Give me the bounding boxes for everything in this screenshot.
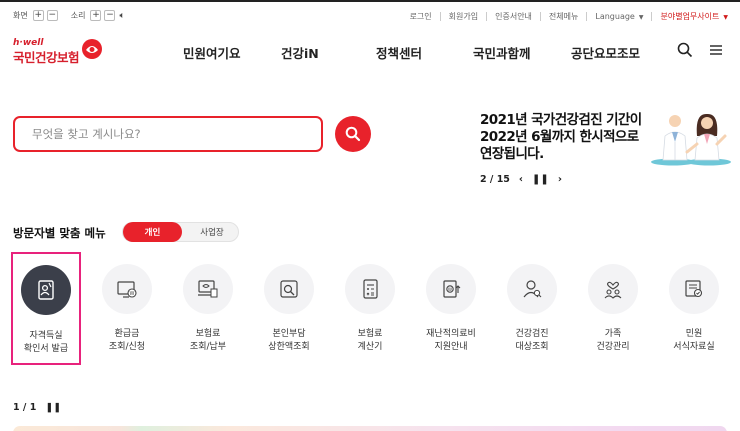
nav-about-corporation[interactable]: 공단요모조모 <box>571 43 640 62</box>
visitor-menu-title: 방문자별 맞춤 메뉴 <box>13 226 106 240</box>
prev-arrow-icon[interactable]: ‹ <box>519 174 523 185</box>
search-input[interactable] <box>15 118 321 150</box>
notice-banner[interactable]: 2021년 국가건강검진 기간이 2022년 6월까지 한시적으로 연장됩니다. <box>480 112 660 163</box>
nav-with-people[interactable]: 국민과함께 <box>473 43 531 62</box>
all-menu-link[interactable]: 전체메뉴 <box>541 11 586 22</box>
accessibility-controls: 화면 + − 소리 + − 🔈︎ <box>13 10 125 21</box>
zoom-in-button[interactable]: + <box>32 10 44 21</box>
menu-item-premium-calculator[interactable]: 보험료 계산기 <box>335 252 405 365</box>
search-icon <box>345 126 361 142</box>
premium-payment-icon <box>183 264 233 314</box>
menu-item-civil-forms[interactable]: 민원 서식자료실 <box>659 252 729 365</box>
sound-label: 소리 <box>70 11 86 20</box>
menu-item-label: 환급금 조회/신청 <box>108 329 146 352</box>
tab-business[interactable]: 사업장 <box>185 223 239 241</box>
nav-policy-center[interactable]: 정책센터 <box>376 43 422 62</box>
biz-site-select[interactable]: 분야별업무사이트 ▼ <box>652 11 728 22</box>
screen-size-label: 화면 <box>13 11 28 20</box>
main-navigation: 민원여기요 건강iN 정책센터 국민과함께 공단요모조모 <box>0 43 740 61</box>
nav-health-in[interactable]: 건강iN <box>281 43 319 62</box>
pause-icon[interactable]: ❚❚ <box>45 402 61 413</box>
menu-item-qualification-certificate[interactable]: 자격득실 확인서 발급 <box>11 252 81 365</box>
utility-bar: 화면 + − 소리 + − 🔈︎ 로그인 회원가입 인증서안내 전체메뉴 Lan… <box>0 0 740 32</box>
volume-down-button[interactable]: − <box>104 10 116 21</box>
menu-item-family-health[interactable]: 가족 건강관리 <box>578 252 648 365</box>
language-select[interactable]: Language ▼ <box>587 12 651 21</box>
menu-item-label: 가족 건강관리 <box>596 329 630 352</box>
hamburger-menu-icon[interactable] <box>708 42 724 58</box>
notice-line: 2022년 6월까지 한시적으로 <box>480 129 639 145</box>
certificate-icon <box>21 265 71 315</box>
notice-line: 연장됩니다. <box>480 146 544 162</box>
notice-page-indicator: 2 / 15 <box>480 174 510 185</box>
search-box <box>13 116 323 152</box>
login-link[interactable]: 로그인 <box>402 11 440 22</box>
menu-item-label: 민원 서식자료실 <box>673 329 715 352</box>
svg-text:W: W <box>130 291 135 297</box>
pause-icon[interactable]: ❚❚ <box>532 174 549 185</box>
menu-item-label: 건강검진 대상조회 <box>515 329 549 352</box>
menu-item-checkup-eligibility[interactable]: 건강검진 대상조회 <box>497 252 567 365</box>
copay-search-icon <box>264 264 314 314</box>
search-button[interactable] <box>335 116 371 152</box>
family-icon <box>588 264 638 314</box>
menu-item-label: 보험료 조회/납부 <box>189 329 227 352</box>
menu-item-premium-payment[interactable]: 보험료 조회/납부 <box>173 252 243 365</box>
volume-up-button[interactable]: + <box>90 10 102 21</box>
calculator-icon <box>345 264 395 314</box>
menu-item-refund[interactable]: W 환급금 조회/신청 <box>92 252 162 365</box>
refund-monitor-icon: W <box>102 264 152 314</box>
tab-individual[interactable]: 개인 <box>123 222 182 242</box>
promo-banner-strip[interactable] <box>13 426 727 431</box>
menu-item-copay-limit[interactable]: 본인부담 상한액조회 <box>254 252 324 365</box>
menu-item-label: 본인부담 상한액조회 <box>268 329 310 352</box>
notice-pager: 2 / 15 ‹ ❚❚ › <box>480 174 562 185</box>
notice-line: 2021년 국가건강검진 기간이 <box>480 112 642 128</box>
next-arrow-icon[interactable]: › <box>558 174 562 185</box>
caret-down-icon: ▼ <box>638 14 644 21</box>
utility-links: 로그인 회원가입 인증서안내 전체메뉴 Language ▼ 분야별업무사이트 ▼ <box>402 11 728 22</box>
certificate-guide-link[interactable]: 인증서안내 <box>487 11 540 22</box>
visitor-menu-page-indicator: 1 / 1 <box>13 402 37 413</box>
forms-icon <box>669 264 719 314</box>
doctors-illustration <box>651 113 731 166</box>
medical-cost-icon: W <box>426 264 476 314</box>
zoom-out-button[interactable]: − <box>46 10 58 21</box>
visitor-type-toggle: 개인 사업장 <box>122 222 239 242</box>
menu-item-label: 재난적의료비 지원안내 <box>426 329 476 352</box>
checkup-person-icon <box>507 264 557 314</box>
caret-down-icon: ▼ <box>723 14 728 21</box>
svg-text:W: W <box>448 287 452 292</box>
menu-item-label: 자격득실 확인서 발급 <box>23 331 69 354</box>
nav-civil-service[interactable]: 민원여기요 <box>183 43 241 62</box>
signup-link[interactable]: 회원가입 <box>441 11 486 22</box>
menu-item-catastrophic-medical[interactable]: W 재난적의료비 지원안내 <box>416 252 486 365</box>
visitor-menu-pager: 1 / 1 ❚❚ <box>13 402 61 413</box>
menu-item-label: 보험료 계산기 <box>357 329 383 352</box>
speaker-icon[interactable]: 🔈︎ <box>119 11 124 21</box>
search-icon[interactable] <box>677 42 693 58</box>
